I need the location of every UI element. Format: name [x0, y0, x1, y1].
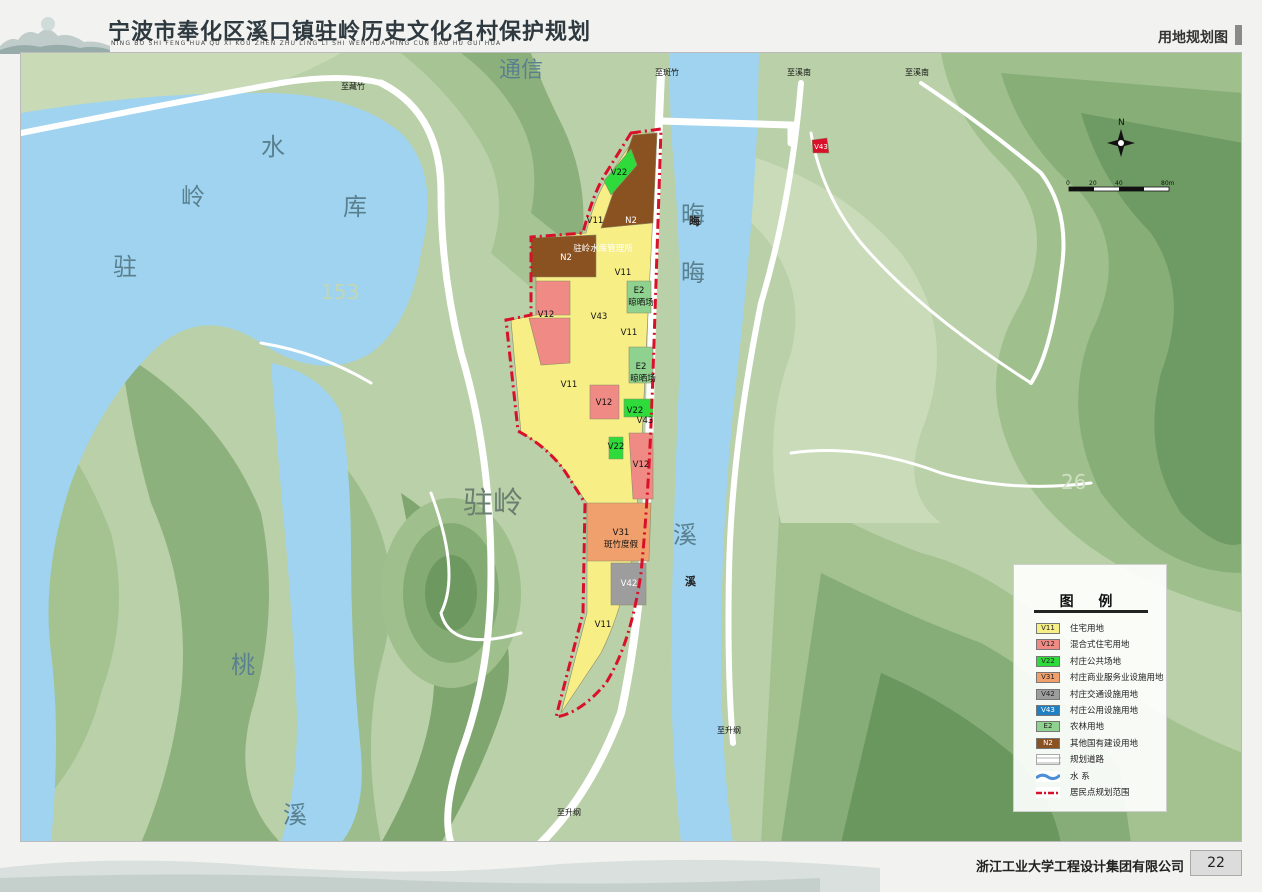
scale-label-80: 80m [1161, 180, 1175, 187]
legend-swatch: E2 [1036, 721, 1060, 733]
reservoir-label-ku: 库 [343, 193, 367, 221]
footer-company: 浙江工业大学工程设计集团有限公司 [975, 860, 1184, 875]
parcel-v43-a: V43 [591, 312, 608, 322]
legend-swatch [1035, 770, 1062, 782]
legend-label: 农林用地 [1070, 722, 1105, 733]
parcel-v42: V42 [621, 579, 638, 589]
parcel-v22-low: V22 [608, 442, 625, 452]
parcel-v12-b: V12 [596, 398, 613, 408]
legend-label: 村庄公用设施用地 [1070, 706, 1139, 716]
map-legend: 图 例 V11 住宅用地 V12 混合式住宅用地 V22 村庄公共场地 V31 村庄商业服务业… [1013, 564, 1167, 812]
contour-number-26: 26 [1061, 470, 1086, 494]
dir-to-banzhu: 至斑竹 [655, 67, 679, 77]
parcel-e2-a-name: 晾晒场 [628, 297, 654, 308]
parcel-v22-mid: V22 [627, 406, 644, 416]
reservoir-label-zhu: 驻 [113, 253, 137, 281]
legend-swatch: V22 [1036, 655, 1060, 667]
legend-swatch: V31 [1036, 672, 1060, 684]
stream-label-2: 晦 [681, 259, 705, 287]
legend-item: V22 村庄公共场地 [1036, 654, 1166, 668]
legend-label: 居民点规划范围 [1070, 788, 1130, 798]
scale-label-20: 20 [1089, 180, 1097, 187]
legend-item: 规划道路 [1036, 752, 1166, 766]
sheet-title-bar [1235, 25, 1242, 45]
parcel-v11-b: V11 [615, 268, 632, 278]
legend-item: V31 村庄商业服务业设施用地 [1036, 670, 1166, 684]
parcel-v31-name: 斑竹度假 [604, 539, 639, 550]
parcel-mgmt-name: 驻岭水库管理所 [573, 243, 633, 254]
xi-label: 溪 [283, 801, 307, 829]
legend-title: 图 例 [1059, 594, 1123, 610]
parcel-v12-a: V12 [538, 310, 555, 320]
parcel-v11-e: V11 [595, 620, 612, 630]
dir-to-xinan-1: 至溪南 [787, 67, 811, 77]
tongxin-label: 通信 [499, 58, 543, 83]
peach-label: 桃 [231, 651, 255, 679]
parcel-v31: V31 [613, 528, 630, 538]
parcel-e2-b-name: 晾晒场 [630, 373, 656, 384]
legend-item: E2 农林用地 [1036, 719, 1166, 733]
legend-label: 水 系 [1070, 771, 1090, 782]
dir-to-shenggang-1: 至升纲 [717, 725, 741, 735]
dir-to-zhuzhu: 至藏竹 [341, 81, 365, 91]
village-label: 驻岭 [463, 486, 523, 521]
reservoir-label-ling: 岭 [181, 183, 205, 211]
page-header: 宁波市奉化区溪口镇驻岭历史文化名村保护规划 NING BO SHI FENG H… [0, 0, 1262, 54]
page-number: 22 [1190, 850, 1242, 876]
document-title-pinyin: NING BO SHI FENG HUA QU XI KOU ZHEN ZHU … [111, 40, 502, 47]
legend-divider [1034, 610, 1148, 613]
parcel-e2-b: E2 [636, 362, 647, 372]
parcel-v11-a: V11 [587, 216, 604, 226]
legend-swatch: V11 [1036, 623, 1060, 634]
legend-item: V11 住宅用地 [1036, 621, 1166, 635]
legend-item: V12 混合式住宅用地 [1036, 637, 1166, 651]
reservoir-label-shui: 水 [261, 133, 285, 161]
legend-label: 混合式住宅用地 [1070, 640, 1130, 651]
legend-item: V42 村庄交通设施用地 [1036, 687, 1166, 701]
parcel-v22-top: V22 [611, 168, 628, 178]
parcel-e2-a: E2 [634, 286, 645, 296]
legend-label: 村庄商业服务业设施用地 [1070, 673, 1164, 684]
ink-mountain-decoration [0, 17, 110, 54]
legend-swatch [1036, 754, 1061, 766]
north-label: N [1118, 118, 1125, 128]
parcel-v12-c: V12 [633, 460, 650, 470]
dir-to-xinan-2: 至溪南 [905, 67, 929, 77]
parcel-v43-east: V43 [814, 143, 828, 151]
legend-label: 村庄交通设施用地 [1070, 689, 1139, 700]
stream-label-small-1: 晦 [689, 214, 700, 228]
parcel-v43-b: V43 [637, 416, 654, 426]
parcel-n2-right: N2 [625, 216, 637, 226]
legend-swatch [1036, 787, 1060, 798]
parcel-n2-left: N2 [560, 253, 572, 263]
legend-label: 村庄公共场地 [1070, 656, 1122, 667]
legend-swatch: V12 [1036, 639, 1060, 651]
scale-label-40: 40 [1115, 180, 1123, 187]
sheet-title: 用地规划图 [1158, 30, 1228, 46]
legend-swatch: V43 [1036, 705, 1060, 716]
legend-swatch: N2 [1036, 737, 1060, 749]
legend-swatch: V42 [1036, 688, 1060, 700]
stream-label-3: 溪 [673, 521, 697, 549]
legend-label: 其他国有建设用地 [1070, 738, 1139, 749]
legend-item: 水 系 [1035, 769, 1166, 783]
dir-to-shenggang-2: 至升纲 [557, 807, 581, 817]
legend-item: 居民点规划范围 [1036, 785, 1166, 799]
parcel-v11-c: V11 [621, 328, 638, 338]
legend-label: 规划道路 [1070, 755, 1105, 766]
parcel-v11-d: V11 [561, 380, 578, 390]
contour-number-153: 153 [321, 280, 359, 304]
stream-label-small-2: 溪 [685, 574, 697, 588]
legend-item: N2 其他国有建设用地 [1036, 736, 1166, 750]
legend-label: 住宅用地 [1070, 624, 1105, 634]
scale-label-0: 0 [1066, 180, 1070, 187]
legend-item: V43 村庄公用设施用地 [1036, 703, 1166, 717]
